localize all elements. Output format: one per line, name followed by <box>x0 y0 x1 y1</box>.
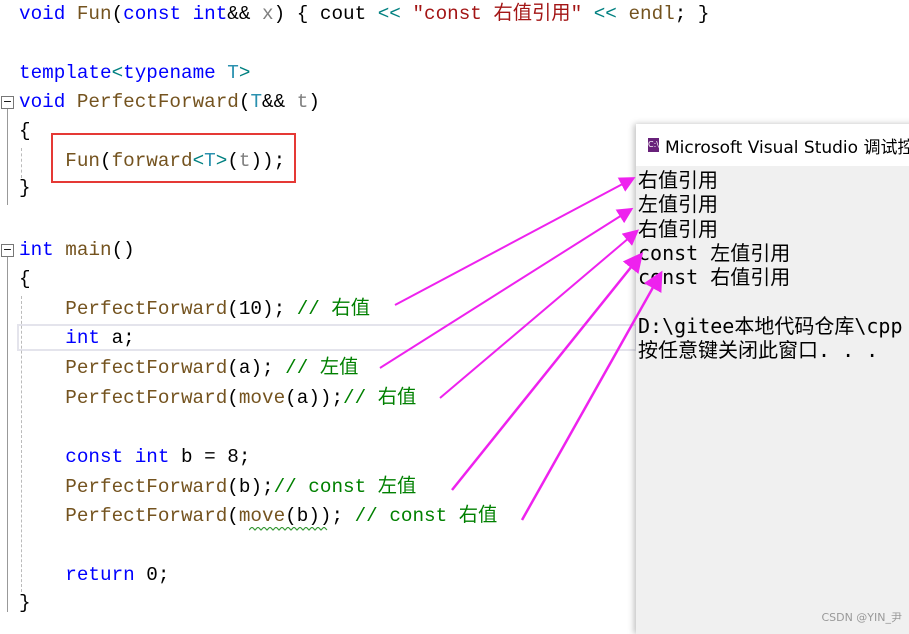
arrow-1 <box>394 177 636 306</box>
arrow-3 <box>439 229 640 399</box>
arrow-2 <box>379 207 634 369</box>
annotation-arrows <box>379 177 663 521</box>
arrow-4 <box>451 252 644 491</box>
